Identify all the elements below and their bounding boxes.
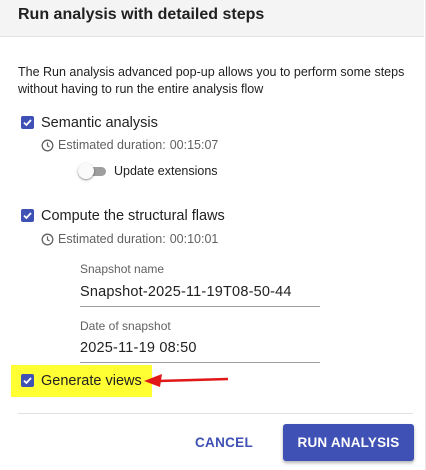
clock-icon — [41, 233, 54, 246]
update-extensions-label: Update extensions — [114, 164, 218, 178]
checkbox-checked-icon — [23, 119, 32, 127]
snapshot-date-underline — [80, 362, 320, 363]
snapshot-date-input[interactable]: 2025-11-19 08:50 — [80, 340, 197, 356]
structural-flaws-label[interactable]: Compute the structural flaws — [41, 208, 225, 224]
duration-value: 00:10:01 — [169, 232, 219, 246]
update-extensions-toggle[interactable] — [78, 163, 94, 179]
duration-value: 00:15:07 — [169, 138, 219, 152]
checkbox-checked-icon — [23, 377, 32, 385]
structural-flaws-duration: Estimated duration: 00:10:01 — [41, 232, 218, 246]
cancel-button[interactable]: CANCEL — [188, 428, 260, 456]
dialog-header: Run analysis with detailed steps — [0, 0, 424, 37]
duration-label: Estimated duration: — [58, 232, 166, 246]
run-analysis-button[interactable]: RUN ANALYSIS — [283, 424, 414, 461]
semantic-analysis-label[interactable]: Semantic analysis — [41, 115, 158, 131]
snapshot-name-underline — [80, 306, 320, 307]
snapshot-name-input[interactable]: Snapshot-2025-11-19T08-50-44 — [80, 284, 292, 300]
snapshot-name-label: Snapshot name — [80, 262, 165, 276]
dialog-title: Run analysis with detailed steps — [18, 6, 265, 23]
generate-views-label[interactable]: Generate views — [41, 373, 142, 389]
duration-label: Estimated duration: — [58, 138, 166, 152]
semantic-analysis-checkbox[interactable] — [21, 116, 34, 129]
actions-divider — [18, 413, 413, 414]
snapshot-date-label: Date of snapshot — [80, 319, 171, 333]
run-analysis-dialog: Run analysis with detailed steps The Run… — [0, 0, 426, 470]
semantic-analysis-duration: Estimated duration: 00:15:07 — [41, 138, 218, 152]
dialog-intro-text: The Run analysis advanced pop-up allows … — [18, 65, 405, 96]
annotation-arrow-icon — [144, 374, 229, 387]
generate-views-checkbox[interactable] — [21, 374, 34, 387]
checkbox-checked-icon — [23, 212, 32, 220]
clock-icon — [41, 139, 54, 152]
structural-flaws-checkbox[interactable] — [21, 209, 34, 222]
